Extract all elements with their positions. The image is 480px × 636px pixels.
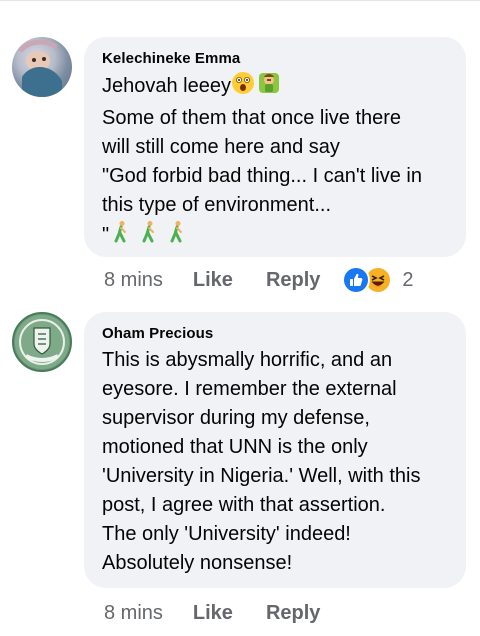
astonished-face-emoji-icon [231,71,255,104]
comment-time[interactable]: 8 mins [104,602,163,625]
comment-line: " [102,224,110,246]
avatar[interactable] [12,312,72,372]
comment-author[interactable]: Kelechineke Emma [102,49,448,69]
comment-line: Absolutely nonsense! [102,552,293,574]
like-button[interactable]: Like [193,602,233,625]
comment-line: Some of them that once live there [102,107,402,129]
comment-line: The only 'University' indeed! [102,523,351,545]
like-button[interactable]: Like [193,269,233,292]
avatar-photo-icon [18,39,62,97]
reaction-count: 2 [402,268,414,291]
reply-button[interactable]: Reply [266,269,320,292]
comment-actions: 8 mins Like Reply 2 [104,265,414,295]
comment-bubble: Oham Precious This is abysmally horrific… [84,312,466,588]
comment-line: eyesore. I remember the external [102,378,397,400]
person-walking-emoji-icon [109,220,133,253]
reply-button[interactable]: Reply [266,602,320,625]
comment-line: post, I agree with that assertion. [102,494,386,516]
avatar[interactable] [12,37,72,97]
comment-line: this type of environment... [102,194,332,216]
comment-author[interactable]: Oham Precious [102,324,448,344]
comment-actions: 8 mins Like Reply [104,598,353,628]
crest-logo-icon [15,315,69,369]
person-walking-emoji-icon [165,220,189,253]
comment-line: Jehovah leeey [102,75,231,97]
comment-text: Jehovah leeey Some of them that once liv… [102,71,448,253]
person-facepalming-emoji-icon [257,71,281,104]
comment-line: 'University in Nigeria.' Well, with this [102,465,421,487]
comment-line: will still come here and say [102,136,340,158]
person-walking-emoji-icon [137,220,161,253]
top-divider [0,0,480,5]
reaction-summary[interactable]: 2 [342,266,414,294]
comment-bubble: Kelechineke Emma Jehovah leeey Some of t… [84,37,466,257]
comment-time[interactable]: 8 mins [104,269,163,292]
comment-line: This is abysmally horrific, and an [102,349,393,371]
comment-line: motioned that UNN is the only [102,436,368,458]
comment-line: supervisor during my defense, [102,407,370,429]
comment-text: This is abysmally horrific, and an eyeso… [102,346,448,578]
like-reaction-icon [342,266,371,294]
comment-line: "God forbid bad thing... I can't live in [102,165,422,187]
